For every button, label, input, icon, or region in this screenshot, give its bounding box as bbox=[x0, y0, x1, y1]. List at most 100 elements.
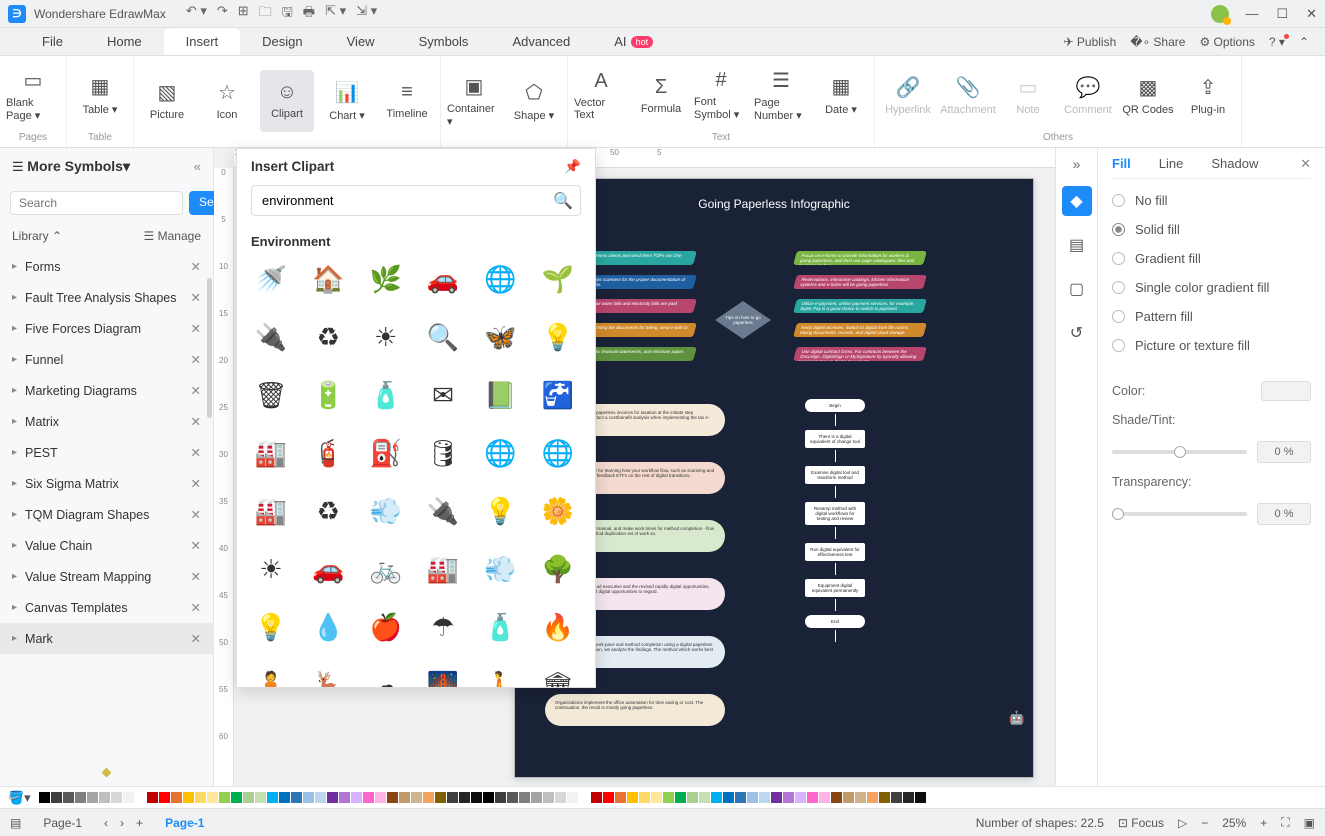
clipart-item[interactable]: 🏭 bbox=[251, 433, 291, 473]
zoom-level[interactable]: 25% bbox=[1222, 816, 1246, 830]
help-button[interactable]: ? ▾ bbox=[1269, 35, 1285, 49]
clipart-item[interactable]: 🚿 bbox=[251, 259, 291, 299]
clipart-item[interactable]: 🍎 bbox=[366, 607, 406, 647]
tab-symbols[interactable]: Symbols bbox=[397, 28, 491, 55]
color-swatch-item[interactable] bbox=[471, 792, 482, 803]
qr-codes-button[interactable]: ▩QR Codes bbox=[1121, 64, 1175, 126]
color-swatch-item[interactable] bbox=[903, 792, 914, 803]
remove-icon[interactable]: ✕ bbox=[191, 290, 201, 305]
clipart-item[interactable]: 🧯 bbox=[308, 433, 348, 473]
color-swatch-item[interactable] bbox=[495, 792, 506, 803]
branch-right[interactable]: Utilize e-payment, online payment servic… bbox=[793, 299, 927, 313]
flow-node[interactable]: There is a digital equivalent of change … bbox=[805, 430, 865, 448]
sidebar-scrollbar[interactable] bbox=[207, 278, 212, 418]
color-swatch-item[interactable] bbox=[591, 792, 602, 803]
flow-node[interactable]: Run digital equivalent for effectiveness… bbox=[805, 543, 865, 561]
color-swatch-item[interactable] bbox=[387, 792, 398, 803]
presentation-tool-icon[interactable]: ▢ bbox=[1062, 274, 1092, 304]
clipart-item[interactable]: 🧴 bbox=[480, 607, 520, 647]
color-swatch-item[interactable] bbox=[243, 792, 254, 803]
color-swatch-item[interactable] bbox=[723, 792, 734, 803]
tab-insert[interactable]: Insert bbox=[164, 28, 241, 55]
category-item[interactable]: ▸Five Forces Diagram✕ bbox=[0, 313, 213, 344]
center-node[interactable]: Tips on how to go paperless bbox=[715, 301, 771, 339]
color-swatch-item[interactable] bbox=[339, 792, 350, 803]
history-tool-icon[interactable]: ↺ bbox=[1062, 318, 1092, 348]
page-tab[interactable]: Page-1 bbox=[33, 812, 92, 834]
new-button[interactable]: ⊞ bbox=[238, 3, 249, 25]
export-button[interactable]: ⇱ ▾ bbox=[325, 3, 346, 25]
flow-node[interactable]: End bbox=[805, 615, 865, 628]
color-swatch[interactable] bbox=[1261, 381, 1311, 401]
color-swatch-item[interactable] bbox=[291, 792, 302, 803]
flow-node[interactable]: Equipment digital equivalent permanently bbox=[805, 579, 865, 597]
remove-icon[interactable]: ✕ bbox=[191, 569, 201, 584]
refresh-icon[interactable]: ◆ bbox=[0, 758, 213, 786]
branch-right[interactable]: Keep digital archives. Switch to digital… bbox=[793, 323, 927, 337]
page-tool-icon[interactable]: ▤ bbox=[1062, 230, 1092, 260]
fill-option[interactable]: Solid fill bbox=[1112, 222, 1311, 237]
undo-button[interactable]: ↶ ▾ bbox=[186, 3, 207, 25]
clipart-item[interactable]: 🌿 bbox=[366, 259, 406, 299]
expand-strip-button[interactable]: » bbox=[1073, 156, 1081, 172]
clipart-item[interactable]: 💧 bbox=[308, 607, 348, 647]
clipart-item[interactable]: 🛢 bbox=[423, 433, 463, 473]
color-swatch-item[interactable] bbox=[519, 792, 530, 803]
fill-option[interactable]: Single color gradient fill bbox=[1112, 280, 1311, 295]
color-swatch-item[interactable] bbox=[555, 792, 566, 803]
color-swatch-item[interactable] bbox=[435, 792, 446, 803]
flow-node[interactable]: Revamp method with digital workflows for… bbox=[805, 502, 865, 525]
print-button[interactable]: 🖶 bbox=[303, 3, 315, 25]
color-swatch-item[interactable] bbox=[627, 792, 638, 803]
clipart-item[interactable]: 🌱 bbox=[538, 259, 578, 299]
clipart-item[interactable]: ♻ bbox=[308, 317, 348, 357]
clipart-item[interactable]: 🧘 bbox=[251, 665, 291, 687]
shape-button[interactable]: ⬠Shape ▾ bbox=[507, 70, 561, 132]
color-swatch-item[interactable] bbox=[315, 792, 326, 803]
color-swatch-item[interactable] bbox=[147, 792, 158, 803]
clipart-item[interactable]: 🚗 bbox=[308, 549, 348, 589]
clipart-item[interactable]: ☀ bbox=[366, 317, 406, 357]
panel-tab-shadow[interactable]: Shadow bbox=[1211, 156, 1258, 172]
remove-icon[interactable]: ✕ bbox=[191, 631, 201, 646]
import-button[interactable]: ⇲ ▾ bbox=[356, 3, 377, 25]
color-swatch-item[interactable] bbox=[135, 792, 146, 803]
color-swatch-item[interactable] bbox=[219, 792, 230, 803]
clipart-item[interactable]: 🏭 bbox=[251, 491, 291, 531]
tab-design[interactable]: Design bbox=[240, 28, 324, 55]
color-swatch-item[interactable] bbox=[255, 792, 266, 803]
fill-option[interactable]: Pattern fill bbox=[1112, 309, 1311, 324]
pin-button[interactable]: 📌 bbox=[564, 159, 581, 175]
sidebar-collapse-button[interactable]: « bbox=[194, 159, 201, 174]
color-swatch-item[interactable] bbox=[183, 792, 194, 803]
color-swatch-item[interactable] bbox=[843, 792, 854, 803]
transparency-slider[interactable] bbox=[1112, 512, 1247, 516]
color-swatch-item[interactable] bbox=[279, 792, 290, 803]
flow-node[interactable]: Examine digital tool and transform metho… bbox=[805, 466, 865, 484]
color-swatch-item[interactable] bbox=[123, 792, 134, 803]
color-swatch-item[interactable] bbox=[39, 792, 50, 803]
flow-node[interactable]: Begin bbox=[805, 399, 865, 412]
shade-slider[interactable] bbox=[1112, 450, 1247, 454]
tab-view[interactable]: View bbox=[325, 28, 397, 55]
clipart-item[interactable]: 🏛 bbox=[538, 665, 578, 687]
clipart-item[interactable]: ⛽ bbox=[366, 433, 406, 473]
tab-ai[interactable]: AIhot bbox=[592, 28, 675, 55]
clipart-item[interactable]: 🏠 bbox=[308, 259, 348, 299]
remove-icon[interactable]: ✕ bbox=[191, 321, 201, 336]
date-button[interactable]: ▦Date ▾ bbox=[814, 64, 868, 126]
category-item[interactable]: ▸Matrix✕ bbox=[0, 406, 213, 437]
plugin-button[interactable]: ⇪Plug-in bbox=[1181, 64, 1235, 126]
color-swatch-item[interactable] bbox=[735, 792, 746, 803]
remove-icon[interactable]: ✕ bbox=[191, 352, 201, 367]
clipart-item[interactable]: 💡 bbox=[538, 317, 578, 357]
color-swatch-item[interactable] bbox=[663, 792, 674, 803]
remove-icon[interactable]: ✕ bbox=[191, 538, 201, 553]
color-swatch-item[interactable] bbox=[327, 792, 338, 803]
color-swatch-item[interactable] bbox=[819, 792, 830, 803]
table-button[interactable]: ▦Table ▾ bbox=[73, 64, 127, 126]
blank-page-button[interactable]: ▭Blank Page ▾ bbox=[6, 64, 60, 126]
zoom-out-button[interactable]: − bbox=[1201, 816, 1208, 830]
tab-advanced[interactable]: Advanced bbox=[490, 28, 592, 55]
clipart-item[interactable]: 🌐 bbox=[480, 259, 520, 299]
